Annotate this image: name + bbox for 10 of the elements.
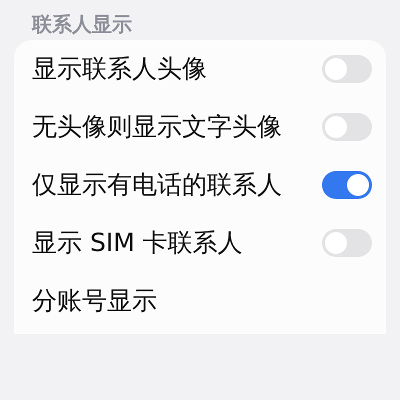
- setting-label: 仅显示有电话的联系人: [32, 170, 282, 200]
- setting-label: 显示联系人头像: [32, 54, 207, 84]
- toggle-switch[interactable]: [322, 171, 372, 199]
- toggle-switch[interactable]: [322, 229, 372, 257]
- setting-label: 显示 SIM 卡联系人: [32, 228, 243, 258]
- toggle-switch[interactable]: [322, 55, 372, 83]
- setting-label: 分账号显示: [32, 286, 157, 316]
- setting-label: 无头像则显示文字头像: [32, 112, 282, 142]
- toggle-switch[interactable]: [322, 113, 372, 141]
- section-title: 联系人显示: [30, 11, 133, 34]
